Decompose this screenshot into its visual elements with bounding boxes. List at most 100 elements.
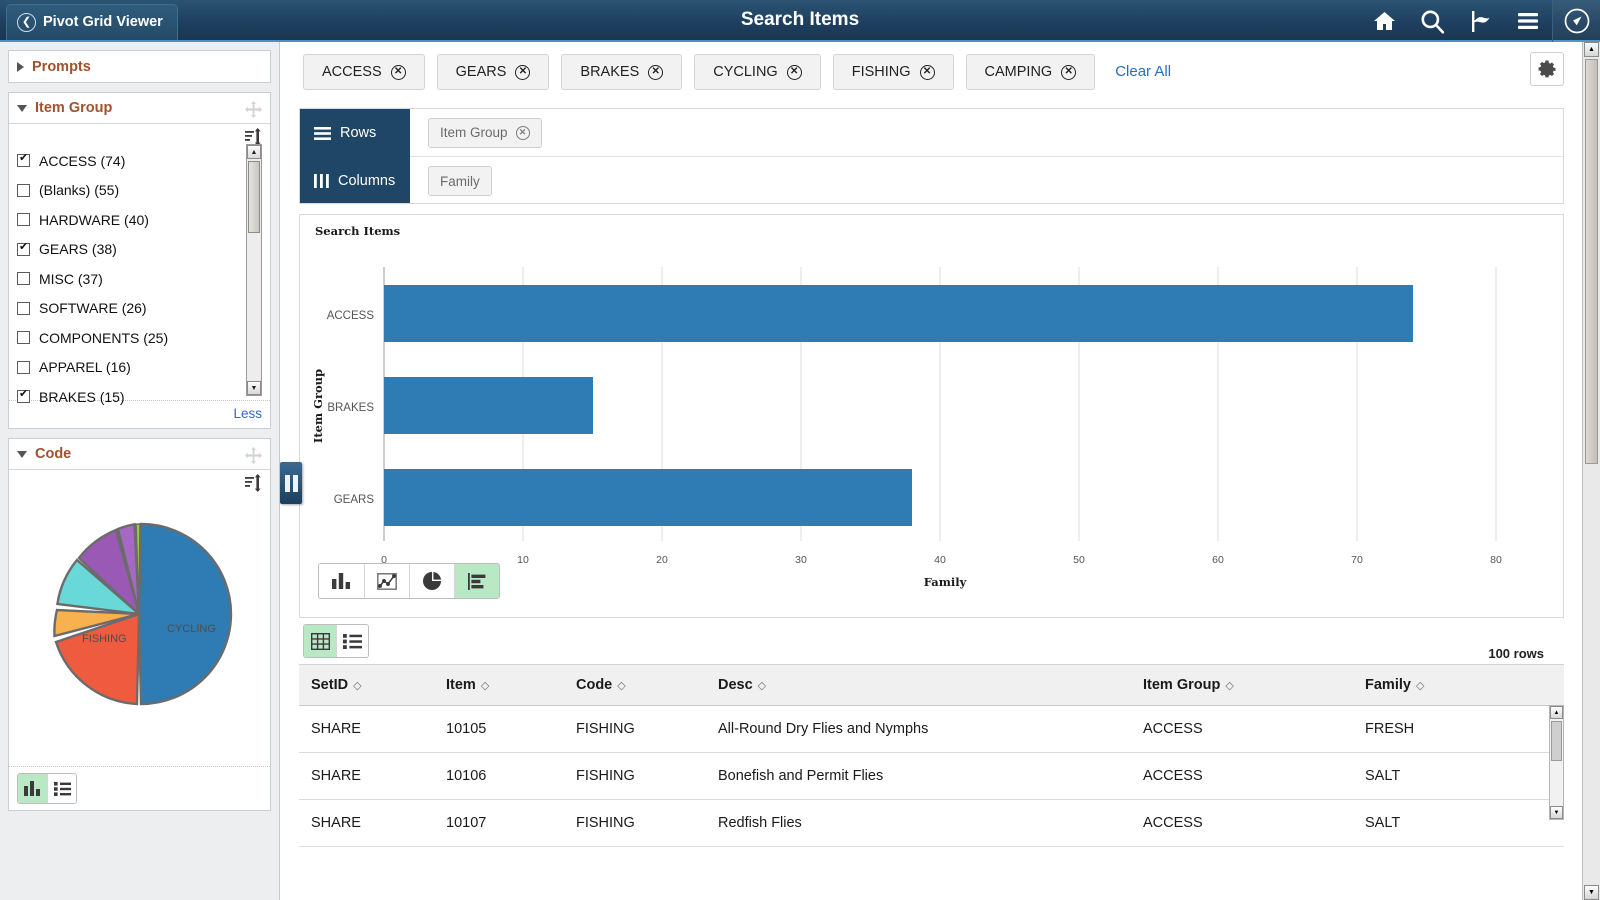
list-item[interactable]: SOFTWARE (26) (17, 294, 262, 324)
close-icon[interactable]: ✕ (515, 65, 530, 80)
list-item[interactable]: GEARS (38) (17, 235, 262, 265)
tab-rows[interactable]: Rows (300, 109, 410, 157)
filter-chip[interactable]: ACCESS ✕ (303, 54, 425, 90)
column-header-item[interactable]: Item◇ (434, 665, 564, 705)
back-to-pivot-grid-viewer-tab[interactable]: ❮ Pivot Grid Viewer (6, 4, 178, 40)
list-item[interactable]: APPAREL (16) (17, 353, 262, 383)
code-list-view-button[interactable] (47, 774, 76, 803)
grid-view-button[interactable] (304, 625, 336, 657)
item-group-panel-header[interactable]: Item Group (9, 93, 270, 124)
home-icon[interactable] (1360, 0, 1408, 42)
code-chart-view-button[interactable] (18, 774, 47, 803)
column-header-desc[interactable]: Desc◇ (706, 665, 1131, 705)
bar-chart-button[interactable] (319, 564, 364, 598)
list-item-label: BRAKES (15) (39, 389, 125, 405)
checkbox[interactable] (17, 302, 30, 315)
close-icon[interactable]: ✕ (516, 126, 530, 140)
sort-icon[interactable] (245, 474, 262, 497)
scrollbar-thumb[interactable] (248, 161, 260, 233)
column-header-setid[interactable]: SetID◇ (299, 665, 434, 705)
checkbox[interactable] (17, 154, 30, 167)
close-icon[interactable]: ✕ (1061, 65, 1076, 80)
flag-icon[interactable] (1456, 0, 1504, 42)
close-icon[interactable]: ✕ (391, 65, 406, 80)
rows-field-pill[interactable]: Item Group ✕ (428, 118, 542, 148)
sort-toggle-icon[interactable]: ◇ (353, 680, 361, 692)
scroll-down-icon[interactable]: ▼ (1550, 806, 1563, 819)
search-icon[interactable] (1408, 0, 1456, 42)
column-header-family[interactable]: Family◇ (1353, 665, 1564, 705)
tab-columns[interactable]: Columns (300, 157, 410, 205)
horizontal-bar-chart[interactable]: ACCESS BRAKES GEARS Item Group 0 10 20 3… (300, 241, 1563, 611)
y-tick-label: BRAKES (327, 402, 374, 414)
list-item[interactable]: MISC (37) (17, 264, 262, 294)
scroll-down-icon[interactable]: ▼ (1584, 885, 1599, 900)
scrollbar-thumb[interactable] (1551, 721, 1562, 761)
checkbox[interactable] (17, 184, 30, 197)
menu-icon[interactable] (1504, 0, 1552, 42)
sort-toggle-icon[interactable]: ◇ (758, 680, 766, 692)
scroll-down-icon[interactable]: ▼ (247, 381, 261, 395)
scroll-up-icon[interactable]: ▲ (247, 145, 261, 159)
table-row[interactable]: SHARE 10105 FISHING All-Round Dry Flies … (299, 705, 1564, 752)
sort-toggle-icon[interactable]: ◇ (481, 680, 489, 692)
x-tick-label: 40 (934, 554, 946, 566)
list-item-label: (Blanks) (55) (39, 182, 119, 198)
cell-family: SALT (1353, 752, 1564, 799)
active-filters-bar: ACCESS ✕ GEARS ✕ BRAKES ✕ CYCLING ✕ FISH… (281, 42, 1582, 98)
checkbox[interactable] (17, 213, 30, 226)
list-item[interactable]: ACCESS (74) (17, 146, 262, 176)
table-scrollbar[interactable]: ▲ ▼ (1549, 705, 1564, 820)
table-row[interactable]: SHARE 10107 FISHING Redfish Flies ACCESS… (299, 799, 1564, 846)
move-handle-icon[interactable] (245, 101, 262, 123)
rows-columns-fields: Item Group ✕ Family (410, 109, 1563, 203)
scroll-up-icon[interactable]: ▲ (1550, 706, 1563, 719)
close-icon[interactable]: ✕ (920, 65, 935, 80)
pie-slice-label-fishing: FISHING (82, 633, 127, 645)
sort-toggle-icon[interactable]: ◇ (1416, 680, 1424, 692)
table-row[interactable]: SHARE 10106 FISHING Bonefish and Permit … (299, 752, 1564, 799)
sort-toggle-icon[interactable]: ◇ (617, 680, 625, 692)
code-panel-header[interactable]: Code (9, 439, 270, 470)
code-pie-chart[interactable]: CYCLING FISHING (9, 514, 269, 719)
checkbox[interactable] (17, 272, 30, 285)
pie-chart-button[interactable] (409, 564, 454, 598)
prompts-panel-header[interactable]: Prompts (9, 51, 270, 82)
page-scrollbar[interactable]: ▲ ▼ (1582, 42, 1600, 900)
filter-chip[interactable]: FISHING ✕ (833, 54, 954, 90)
code-pie-chart-body: CYCLING FISHING (9, 470, 270, 766)
list-item[interactable]: (Blanks) (55) (17, 176, 262, 206)
close-icon[interactable]: ✕ (787, 65, 802, 80)
list-view-button[interactable] (336, 625, 368, 657)
settings-gear-button[interactable] (1530, 52, 1564, 86)
close-icon[interactable]: ✕ (648, 65, 663, 80)
checkbox[interactable] (17, 331, 30, 344)
scroll-up-icon[interactable]: ▲ (1584, 42, 1599, 57)
horizontal-bar-chart-button[interactable] (454, 564, 499, 598)
item-group-scrollbar[interactable]: ▲ ▼ (246, 144, 262, 396)
column-header-item-group[interactable]: Item Group◇ (1131, 665, 1353, 705)
filter-chip[interactable]: GEARS ✕ (437, 54, 550, 90)
move-handle-icon[interactable] (245, 447, 262, 469)
list-item[interactable]: COMPONENTS (25) (17, 323, 262, 353)
line-chart-button[interactable] (364, 564, 409, 598)
chart-type-button-group (318, 563, 500, 599)
checkbox[interactable] (17, 390, 30, 403)
filter-chip[interactable]: BRAKES ✕ (561, 54, 682, 90)
cell-setid: SHARE (299, 799, 434, 846)
nav-compass-icon[interactable] (1552, 0, 1600, 42)
list-item[interactable]: HARDWARE (40) (17, 205, 262, 235)
columns-field-dropzone[interactable]: Family (410, 157, 1563, 205)
checkbox[interactable] (17, 361, 30, 374)
columns-field-pill[interactable]: Family (428, 166, 492, 196)
clear-all-link[interactable]: Clear All (1115, 63, 1171, 80)
scrollbar-thumb[interactable] (1585, 59, 1598, 464)
rows-field-dropzone[interactable]: Item Group ✕ (410, 109, 1563, 157)
filter-chip[interactable]: CYCLING ✕ (694, 54, 820, 90)
filter-chip[interactable]: CAMPING ✕ (966, 54, 1096, 90)
sidebar-collapse-handle[interactable] (280, 462, 302, 504)
checkbox[interactable] (17, 243, 30, 256)
column-header-code[interactable]: Code◇ (564, 665, 706, 705)
list-item[interactable]: BRAKES (15) (17, 382, 262, 412)
sort-toggle-icon[interactable]: ◇ (1225, 680, 1233, 692)
